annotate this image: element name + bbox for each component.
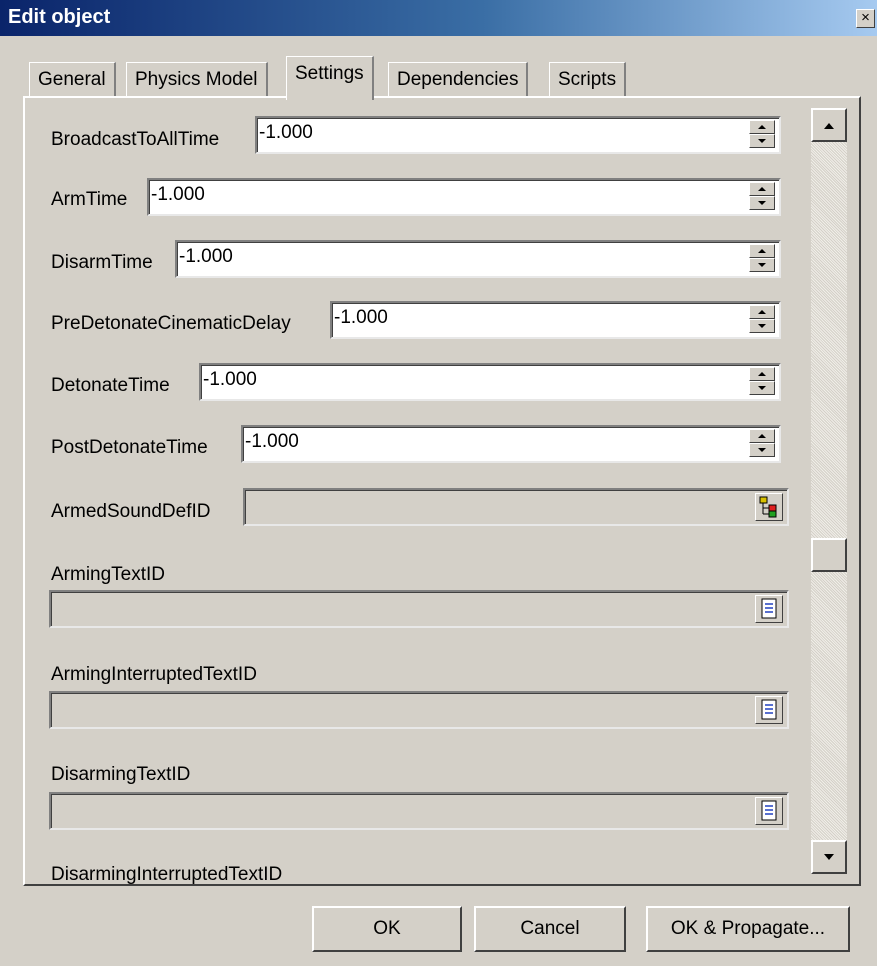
disarm-time-input[interactable]: -1.000 <box>175 240 781 278</box>
disarm-time-spinner[interactable] <box>749 244 775 274</box>
arming-text-id-field[interactable] <box>49 590 789 628</box>
window-title: Edit object <box>8 6 111 28</box>
spin-up-icon[interactable] <box>749 120 775 134</box>
disarming-text-id-field[interactable] <box>49 792 789 830</box>
ok-propagate-button[interactable]: OK & Propagate... <box>646 906 850 952</box>
spin-down-icon[interactable] <box>749 381 775 395</box>
pre-detonate-cinematic-delay-value: -1.000 <box>334 307 388 328</box>
post-detonate-time-spinner[interactable] <box>749 429 775 459</box>
arm-time-value: -1.000 <box>151 184 205 205</box>
pre-detonate-cinematic-delay-input[interactable]: -1.000 <box>330 301 781 339</box>
disarming-text-picker-button[interactable] <box>755 797 783 825</box>
detonate-time-input[interactable]: -1.000 <box>199 363 781 401</box>
scroll-up-button[interactable] <box>811 108 847 142</box>
sound-picker-button[interactable] <box>755 493 783 521</box>
pre-detonate-cinematic-delay-label: PreDetonateCinematicDelay <box>51 313 291 334</box>
arming-text-picker-button[interactable] <box>755 595 783 623</box>
arming-text-id-label: ArmingTextID <box>51 564 166 585</box>
spin-down-icon[interactable] <box>749 258 775 272</box>
broadcast-to-all-time-value: -1.000 <box>259 122 313 143</box>
document-icon <box>761 598 777 619</box>
arming-interrupted-text-picker-button[interactable] <box>755 696 783 724</box>
document-icon <box>761 699 777 720</box>
arm-time-spinner[interactable] <box>749 182 775 212</box>
scroll-thumb[interactable] <box>811 538 847 572</box>
broadcast-to-all-time-spinner[interactable] <box>749 120 775 150</box>
arming-interrupted-text-id-label: ArmingInterruptedTextID <box>51 664 257 685</box>
tab-general[interactable]: General <box>29 62 116 96</box>
post-detonate-time-input[interactable]: -1.000 <box>241 425 781 463</box>
settings-content: BroadcastToAllTime -1.000 ArmTime -1.000… <box>25 98 811 884</box>
tab-settings[interactable]: Settings <box>286 56 374 100</box>
armed-sound-def-id-label: ArmedSoundDefID <box>51 501 211 522</box>
title-bar: Edit object × <box>0 0 877 36</box>
disarming-text-id-label: DisarmingTextID <box>51 764 191 785</box>
spin-down-icon[interactable] <box>749 319 775 333</box>
spin-up-icon[interactable] <box>749 182 775 196</box>
armed-sound-def-id-field[interactable] <box>243 488 789 526</box>
tree-picker-icon <box>759 496 777 518</box>
disarm-time-label: DisarmTime <box>51 252 153 273</box>
detonate-time-value: -1.000 <box>203 369 257 390</box>
tab-physics-model[interactable]: Physics Model <box>126 62 268 96</box>
spin-up-icon[interactable] <box>749 429 775 443</box>
arm-time-input[interactable]: -1.000 <box>147 178 781 216</box>
spin-up-icon[interactable] <box>749 305 775 319</box>
document-icon <box>761 800 777 821</box>
arrow-up-icon <box>824 123 834 129</box>
disarm-time-value: -1.000 <box>179 246 233 267</box>
post-detonate-time-value: -1.000 <box>245 431 299 452</box>
tab-dependencies[interactable]: Dependencies <box>388 62 529 96</box>
scroll-down-button[interactable] <box>811 840 847 874</box>
spin-up-icon[interactable] <box>749 367 775 381</box>
tab-scripts[interactable]: Scripts <box>549 62 627 96</box>
spin-down-icon[interactable] <box>749 443 775 457</box>
vertical-scrollbar[interactable] <box>811 108 847 874</box>
spin-down-icon[interactable] <box>749 196 775 210</box>
spin-down-icon[interactable] <box>749 134 775 148</box>
broadcast-to-all-time-label: BroadcastToAllTime <box>51 129 220 150</box>
arm-time-label: ArmTime <box>51 189 128 210</box>
cancel-button[interactable]: Cancel <box>474 906 626 952</box>
close-button[interactable]: × <box>856 9 875 28</box>
ok-button[interactable]: OK <box>312 906 462 952</box>
disarming-interrupted-text-id-label: DisarmingInterruptedTextID <box>51 864 283 884</box>
spin-up-icon[interactable] <box>749 244 775 258</box>
arming-interrupted-text-id-field[interactable] <box>49 691 789 729</box>
post-detonate-time-label: PostDetonateTime <box>51 437 208 458</box>
arrow-down-icon <box>824 854 834 860</box>
broadcast-to-all-time-input[interactable]: -1.000 <box>255 116 781 154</box>
detonate-time-spinner[interactable] <box>749 367 775 397</box>
detonate-time-label: DetonateTime <box>51 375 170 396</box>
pre-detonate-cinematic-delay-spinner[interactable] <box>749 305 775 335</box>
